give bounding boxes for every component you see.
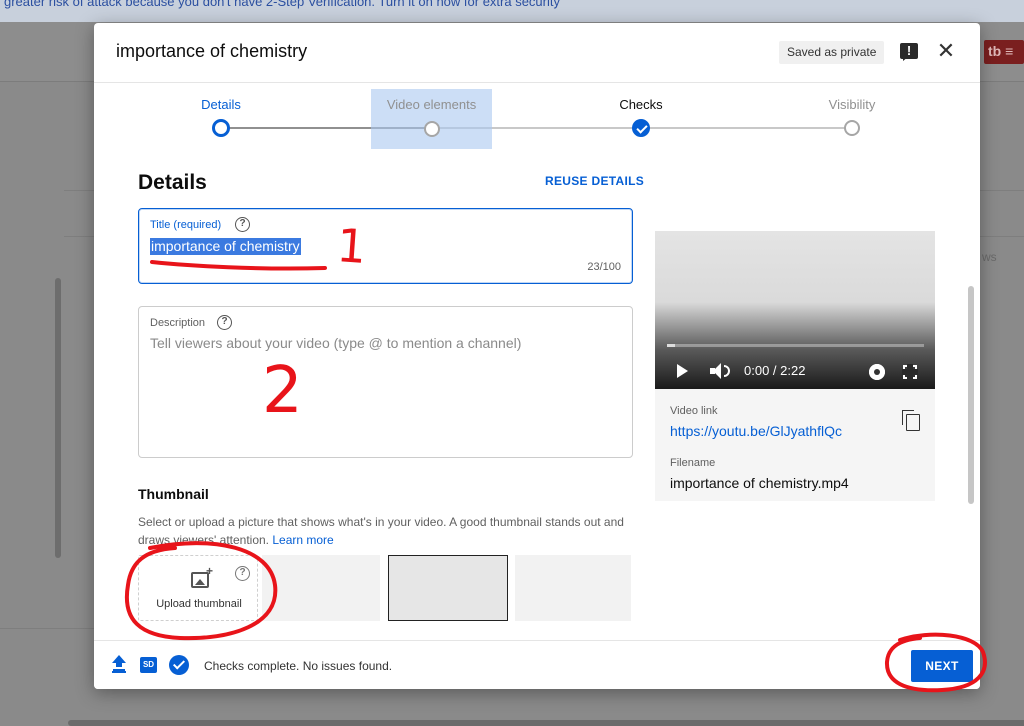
auto-thumbnail-option[interactable] — [515, 555, 631, 621]
play-icon[interactable] — [677, 364, 688, 378]
details-content: Details REUSE DETAILS Title (required) ?… — [94, 151, 980, 640]
video-progress-scrubber[interactable] — [667, 344, 675, 347]
thumbnail-heading: Thumbnail — [138, 486, 209, 502]
copy-icon[interactable] — [902, 410, 920, 431]
description-field[interactable]: Description ? Tell viewers about your vi… — [138, 306, 633, 458]
filename-value: importance of chemistry.mp4 — [670, 475, 849, 491]
step-label: Video elements — [386, 97, 477, 112]
feedback-icon-glyph: ! — [906, 43, 912, 58]
background-horizontal-scrollbar — [68, 720, 1024, 726]
background-scrollbar — [55, 278, 61, 558]
title-input[interactable]: importance of chemistry — [150, 238, 301, 255]
step-checks[interactable]: Checks — [571, 83, 711, 151]
step-label: Checks — [619, 97, 663, 112]
gear-icon[interactable] — [869, 364, 885, 380]
auto-thumbnail-option[interactable] — [262, 555, 380, 621]
upload-dialog: importance of chemistry Saved as private… — [94, 23, 980, 689]
step-label: Details — [201, 97, 241, 112]
learn-more-link[interactable]: Learn more — [272, 533, 333, 547]
upload-arrow-base-icon — [112, 671, 126, 673]
dialog-header: importance of chemistry Saved as private… — [94, 23, 980, 83]
checks-complete-icon[interactable] — [169, 655, 189, 675]
video-time: 0:00 / 2:22 — [744, 363, 806, 378]
help-icon[interactable]: ? — [235, 566, 250, 581]
add-plus-icon: + — [206, 564, 214, 578]
background-column-text: ws — [982, 250, 997, 264]
help-icon[interactable]: ? — [235, 217, 250, 232]
background-badge-text: tb ≡ — [988, 43, 1014, 59]
details-heading: Details — [138, 171, 207, 194]
sd-quality-icon[interactable]: SD — [140, 657, 157, 673]
video-link[interactable]: https://youtu.be/GlJyathflQc — [670, 423, 842, 439]
help-icon[interactable]: ? — [217, 315, 232, 330]
saved-status-chip: Saved as private — [779, 41, 885, 64]
upload-stepper: Details Video elements Checks Visibility — [94, 83, 980, 151]
title-field-label: Title (required) — [150, 219, 222, 231]
dialog-footer: SD Checks complete. No issues found. NEX… — [94, 640, 980, 689]
video-link-label: Video link — [670, 405, 718, 417]
feedback-icon[interactable]: ! — [900, 43, 918, 61]
title-field[interactable]: Title (required) ? importance of chemist… — [138, 208, 633, 284]
step-dot-icon — [424, 121, 440, 137]
reuse-details-button[interactable]: REUSE DETAILS — [545, 174, 644, 188]
dialog-title: importance of chemistry — [116, 41, 308, 61]
security-banner-text: greater risk of attack because you don't… — [4, 0, 560, 9]
step-visibility[interactable]: Visibility — [782, 83, 922, 151]
close-icon[interactable]: ✕ — [934, 39, 958, 63]
content-scrollbar[interactable] — [968, 286, 974, 504]
video-player[interactable]: 0:00 / 2:22 — [655, 231, 935, 389]
upload-thumbnail-button[interactable]: + ? Upload thumbnail — [138, 555, 258, 621]
video-preview-card: 0:00 / 2:22 Video link https://youtu.be/… — [655, 231, 935, 501]
description-input[interactable]: Tell viewers about your video (type @ to… — [150, 335, 521, 351]
step-video-elements[interactable]: Video elements — [371, 89, 492, 149]
step-dot-icon — [844, 120, 860, 136]
title-char-count: 23/100 — [587, 261, 621, 273]
thumbnail-description-text: Select or upload a picture that shows wh… — [138, 515, 624, 547]
background-divider — [0, 628, 94, 629]
step-active-dot-icon — [212, 119, 230, 137]
thumbnail-description: Select or upload a picture that shows wh… — [138, 513, 638, 549]
fullscreen-icon[interactable] — [902, 364, 918, 380]
step-label: Visibility — [828, 97, 876, 112]
filename-label: Filename — [670, 457, 716, 469]
next-button[interactable]: NEXT — [911, 650, 973, 682]
footer-status-text: Checks complete. No issues found. — [204, 659, 393, 673]
upload-arrow-icon[interactable] — [112, 655, 126, 671]
video-progress-bar[interactable] — [667, 344, 924, 347]
step-details[interactable]: Details — [151, 83, 291, 151]
description-field-label: Description — [150, 317, 206, 329]
upload-thumbnail-label: Upload thumbnail — [156, 598, 242, 610]
security-banner: greater risk of attack because you don't… — [0, 0, 1024, 22]
step-check-icon — [632, 119, 650, 137]
auto-thumbnail-option-selected[interactable] — [388, 555, 508, 621]
